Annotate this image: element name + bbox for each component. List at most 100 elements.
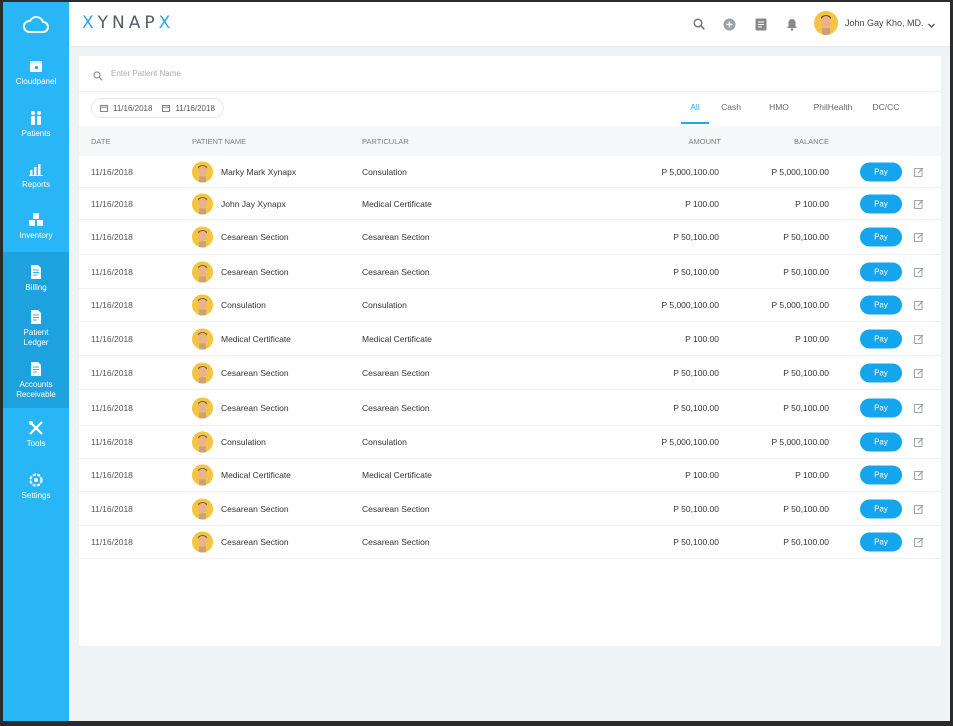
- row-particular: Consulation: [362, 166, 407, 177]
- row-patient-name[interactable]: Cesarean Section: [221, 403, 289, 413]
- col-patient-name[interactable]: PATIENT NAME: [192, 137, 246, 146]
- patient-search[interactable]: Enter Patient Name: [79, 56, 941, 92]
- sidebar-item-billing[interactable]: Billing: [3, 252, 69, 304]
- row-balance: P 50,100.00: [783, 266, 829, 277]
- add-circle-icon[interactable]: [714, 14, 745, 34]
- edit-icon[interactable]: [914, 437, 924, 447]
- row-amount: P 50,100.00: [673, 402, 719, 413]
- table-row[interactable]: 11/16/2018 Medical Certificate Medical Cer…: [79, 459, 941, 492]
- row-patient-name[interactable]: Cesarean Section: [221, 368, 289, 378]
- row-patient-name[interactable]: Consulation: [221, 300, 266, 310]
- row-particular: Medical Certificate: [362, 333, 432, 344]
- row-patient-name[interactable]: John Jay Xynapx: [221, 199, 286, 209]
- search-icon: [93, 68, 103, 86]
- pay-button[interactable]: Pay: [860, 329, 902, 348]
- edit-icon[interactable]: [914, 403, 924, 413]
- row-patient-name[interactable]: Medical Certificate: [221, 470, 291, 480]
- sidebar-item-label: Patient: [23, 327, 49, 337]
- tab-dccc[interactable]: DC/CC: [861, 102, 911, 124]
- pay-button[interactable]: Pay: [860, 194, 902, 213]
- patient-avatar: [192, 431, 213, 453]
- pay-button[interactable]: Pay: [860, 227, 902, 247]
- sidebar-item-patients[interactable]: Patients: [3, 98, 69, 150]
- edit-icon[interactable]: [914, 470, 924, 480]
- row-balance: P 50,100.00: [783, 367, 829, 378]
- topbar: XYNAPX John Gay Kho, MD.: [69, 2, 950, 46]
- gear-icon: [28, 472, 44, 488]
- row-patient-name[interactable]: Cesarean Section: [221, 232, 289, 242]
- table-row[interactable]: 11/16/2018 Consulation Consulation P 5,000,…: [79, 289, 941, 322]
- table-row[interactable]: 11/16/2018 Cesarean Section Cesarean Secti…: [79, 526, 941, 559]
- tab-all[interactable]: All: [681, 102, 709, 124]
- row-patient-name[interactable]: Cesarean Section: [221, 504, 289, 514]
- search-input[interactable]: Enter Patient Name: [111, 69, 181, 78]
- row-patient-name[interactable]: Cesarean Section: [221, 537, 289, 547]
- sidebar-item-settings[interactable]: Settings: [3, 460, 69, 512]
- cloud-logo-icon[interactable]: [3, 2, 69, 46]
- brand-logo[interactable]: XYNAPX: [82, 13, 174, 33]
- pay-button[interactable]: Pay: [860, 465, 902, 485]
- table-row[interactable]: 11/16/2018 John Jay Xynapx Medical Certifi…: [79, 188, 941, 220]
- edit-icon[interactable]: [914, 368, 924, 378]
- edit-icon[interactable]: [914, 537, 924, 547]
- row-date: 11/16/2018: [91, 437, 133, 447]
- sidebar-item-reports[interactable]: Reports: [3, 150, 69, 201]
- col-date[interactable]: DATE: [91, 137, 110, 146]
- pay-button[interactable]: Pay: [860, 532, 902, 552]
- pay-button[interactable]: Pay: [860, 295, 902, 315]
- payment-type-tabs: All Cash HMO PhilHealth DC/CC: [681, 102, 911, 124]
- row-date: 11/16/2018: [91, 402, 133, 413]
- row-patient-name[interactable]: Consulation: [221, 437, 266, 447]
- notes-icon[interactable]: [745, 14, 776, 34]
- sidebar: Cloudpanel Patients Reports Inventory Billin…: [3, 2, 69, 721]
- row-patient-name[interactable]: Marky Mark Xynapx: [221, 167, 296, 177]
- calendar-icon: [100, 105, 108, 112]
- tab-hmo[interactable]: HMO: [753, 102, 805, 124]
- edit-icon[interactable]: [914, 300, 924, 310]
- table-row[interactable]: 11/16/2018 Cesarean Section Cesarean Secti…: [79, 255, 941, 289]
- edit-icon[interactable]: [914, 232, 924, 242]
- table-row[interactable]: 11/16/2018 Marky Mark Xynapx Consulation P …: [79, 156, 941, 188]
- edit-icon[interactable]: [914, 334, 924, 344]
- date-from-field[interactable]: 11/16/2018: [100, 104, 152, 113]
- edit-icon[interactable]: [914, 167, 924, 177]
- sidebar-item-cloudpanel[interactable]: Cloudpanel: [3, 46, 69, 98]
- patient-avatar: [192, 261, 213, 282]
- date-to-field[interactable]: 11/16/2018: [162, 104, 215, 113]
- col-balance[interactable]: BALANCE: [794, 137, 829, 146]
- pay-button[interactable]: Pay: [860, 432, 902, 452]
- table-row[interactable]: 11/16/2018 Consulation Consulation P 5,000,…: [79, 426, 941, 459]
- user-avatar[interactable]: [814, 11, 838, 35]
- sidebar-item-accounts[interactable]: Accounts Receivable: [3, 352, 69, 408]
- bell-icon[interactable]: [776, 14, 807, 34]
- chevron-down-icon[interactable]: [927, 17, 936, 35]
- row-date: 11/16/2018: [91, 537, 133, 547]
- table-row[interactable]: 11/16/2018 Cesarean Section Cesarean Secti…: [79, 390, 941, 426]
- sidebar-item-label: Ledger: [23, 337, 49, 347]
- sidebar-item-inventory[interactable]: Inventory: [3, 201, 69, 252]
- row-particular: Cesarean Section: [362, 232, 430, 242]
- pay-button[interactable]: Pay: [860, 499, 902, 518]
- sidebar-item-tools[interactable]: Tools: [3, 408, 69, 460]
- search-icon[interactable]: [683, 14, 714, 34]
- table-row[interactable]: 11/16/2018 Cesarean Section Cesarean Secti…: [79, 220, 941, 255]
- tab-philhealth[interactable]: PhilHealth: [805, 102, 861, 124]
- pay-button[interactable]: Pay: [860, 398, 902, 417]
- col-particular[interactable]: PARTICULAR: [362, 137, 409, 146]
- user-name[interactable]: John Gay Kho, MD.: [845, 18, 924, 28]
- pay-button[interactable]: Pay: [860, 162, 902, 181]
- col-amount[interactable]: AMOUNT: [689, 137, 722, 146]
- pay-button[interactable]: Pay: [860, 262, 902, 281]
- row-patient-name[interactable]: Medical Certificate: [221, 334, 291, 344]
- pay-button[interactable]: Pay: [860, 363, 902, 382]
- sidebar-item-patient[interactable]: Patient Ledger: [3, 304, 69, 352]
- row-patient-name[interactable]: Cesarean Section: [221, 267, 289, 277]
- table-row[interactable]: 11/16/2018 Cesarean Section Cesarean Secti…: [79, 356, 941, 390]
- edit-icon[interactable]: [914, 199, 924, 209]
- row-amount: P 100.00: [685, 198, 719, 209]
- table-row[interactable]: 11/16/2018 Cesarean Section Cesarean Secti…: [79, 492, 941, 526]
- table-row[interactable]: 11/16/2018 Medical Certificate Medical Cer…: [79, 322, 941, 356]
- tab-cash[interactable]: Cash: [709, 102, 753, 124]
- edit-icon[interactable]: [914, 267, 924, 277]
- edit-icon[interactable]: [914, 504, 924, 514]
